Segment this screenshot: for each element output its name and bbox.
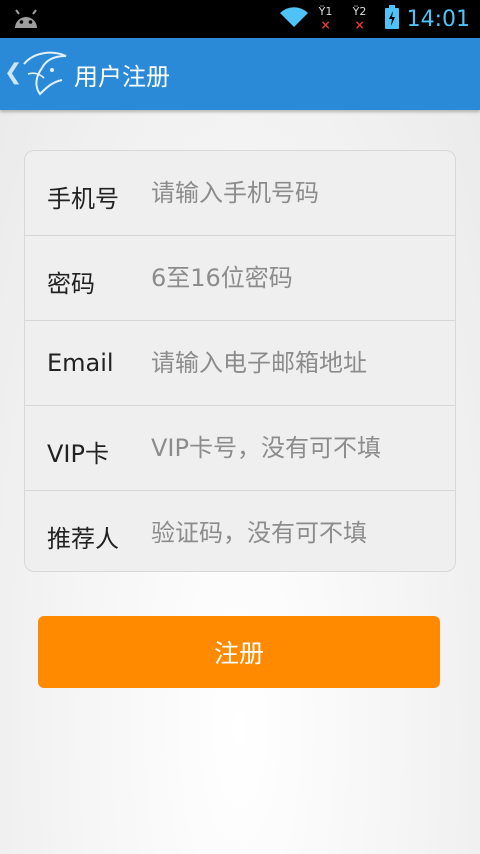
sim2-label: 2 <box>359 5 367 18</box>
referrer-input[interactable] <box>151 511 441 555</box>
action-bar: ❮ 用户注册 <box>0 38 480 110</box>
referrer-label: 推荐人 <box>47 525 119 553</box>
phone-input[interactable] <box>151 171 441 215</box>
phone-label: 手机号 <box>47 185 119 213</box>
form-row-vip-card: VIP卡 <box>25 406 455 491</box>
sim2-no-signal-icon: Ÿ2 × <box>352 5 367 32</box>
password-input[interactable] <box>151 256 441 300</box>
vip-card-input[interactable] <box>151 426 441 470</box>
status-bar: Ÿ1 × Ÿ2 × 14:01 <box>0 0 480 38</box>
sim1-label: 1 <box>325 5 333 18</box>
register-button[interactable]: 注册 <box>38 616 440 688</box>
battery-charging-icon <box>384 5 399 33</box>
form-row-phone: 手机号 <box>25 151 455 236</box>
android-icon <box>12 8 40 34</box>
page-title: 用户注册 <box>74 63 170 91</box>
vip-card-label: VIP卡 <box>47 440 109 468</box>
form-row-password: 密码 <box>25 236 455 321</box>
form-row-email: Email <box>25 321 455 406</box>
password-label: 密码 <box>47 270 95 298</box>
sim1-no-signal-icon: Ÿ1 × <box>318 5 333 32</box>
email-label: Email <box>47 349 114 377</box>
wifi-icon <box>279 6 309 32</box>
email-input[interactable] <box>151 341 441 385</box>
status-time: 14:01 <box>406 6 470 32</box>
app-logo-icon[interactable] <box>18 48 70 104</box>
registration-form: 手机号 密码 Email VIP卡 推荐人 <box>24 150 456 572</box>
form-row-referrer: 推荐人 <box>25 491 455 571</box>
